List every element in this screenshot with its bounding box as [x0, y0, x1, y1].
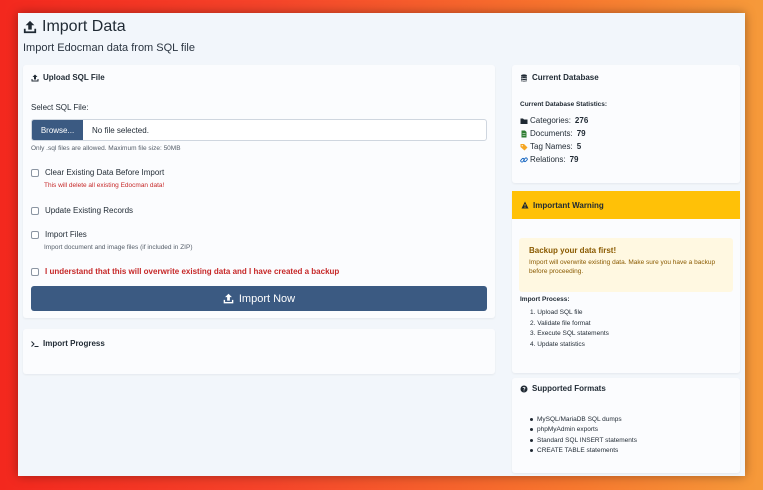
page-title-text: Import Data — [42, 18, 126, 35]
upload-card: Upload SQL File Select SQL File: Browse.… — [23, 65, 495, 318]
stat-tag-names: Tag Names: 5 — [520, 142, 581, 151]
progress-card-title: Import Progress — [43, 339, 105, 348]
format-item: Standard SQL INSERT statements — [530, 435, 637, 446]
warning-card: Important Warning Backup your data first… — [512, 191, 740, 373]
format-item: CREATE TABLE statements — [530, 446, 637, 457]
import-now-label: Import Now — [238, 292, 296, 305]
import-now-button[interactable]: Import Now — [31, 286, 487, 311]
formats-list: MySQL/MariaDB SQL dumps phpMyAdmin expor… — [530, 414, 637, 456]
process-steps: 1. Upload SQL file 2. Validate file form… — [530, 309, 609, 351]
upload-icon — [223, 293, 234, 304]
backup-alert-title: Backup your data first! — [529, 246, 617, 255]
format-item: MySQL/MariaDB SQL dumps — [530, 414, 637, 425]
formats-card: Supported Formats MySQL/MariaDB SQL dump… — [512, 378, 740, 473]
sql-file-input[interactable]: Browse... No file selected. — [31, 119, 487, 141]
warning-icon — [521, 201, 529, 209]
upload-card-title: Upload SQL File — [43, 73, 105, 82]
warning-card-header: Important Warning — [512, 191, 740, 219]
upload-icon — [23, 20, 37, 34]
folder-icon — [520, 118, 528, 124]
formats-card-header: Supported Formats — [520, 384, 606, 393]
backup-alert-text: Import will overwrite existing data. Mak… — [529, 259, 716, 276]
backup-confirm-checkbox[interactable] — [31, 267, 39, 276]
upload-card-header: Upload SQL File — [31, 73, 105, 82]
import-files-hint: Import document and image files (if incl… — [44, 244, 193, 251]
import-files-option[interactable]: Import Files — [31, 230, 87, 239]
formats-card-title: Supported Formats — [532, 384, 606, 393]
backup-confirm-label: I understand that this will overwrite ex… — [45, 267, 340, 276]
process-title: Import Process: — [520, 296, 570, 303]
page-title: Import Data — [23, 18, 126, 36]
import-window: Import Data Import Edocman data from SQL… — [18, 13, 745, 476]
selected-file-name: No file selected. — [92, 125, 149, 135]
update-records-label: Update Existing Records — [45, 206, 134, 215]
stat-relations: Relations: 79 — [520, 155, 578, 164]
clear-data-checkbox[interactable] — [31, 168, 39, 177]
database-card-header: Current Database — [520, 73, 599, 82]
process-step: 3. Execute SQL statements — [530, 330, 609, 337]
link-icon — [520, 157, 528, 162]
file-label: Select SQL File: — [31, 103, 89, 112]
tag-icon — [520, 143, 528, 150]
process-step: 4. Update statistics — [530, 340, 585, 348]
progress-card: Import Progress — [23, 329, 495, 374]
clear-data-label: Clear Existing Data Before Import — [45, 168, 165, 177]
backup-confirm-option[interactable]: I understand that this will overwrite ex… — [31, 267, 339, 276]
database-card-title: Current Database — [532, 73, 599, 82]
import-files-checkbox[interactable] — [31, 230, 39, 239]
update-records-checkbox[interactable] — [31, 206, 39, 215]
stat-categories: Categories: 276 — [520, 116, 588, 125]
browse-button[interactable]: Browse... — [32, 120, 83, 140]
database-card: Current Database Current Database Statis… — [512, 65, 740, 183]
format-item: phpMyAdmin exports — [530, 425, 637, 436]
stat-documents: Documents: 79 — [520, 129, 586, 138]
database-icon — [521, 73, 527, 81]
upload-icon — [31, 74, 39, 81]
clear-data-warning: This will delete all existing Edocman da… — [44, 182, 165, 189]
update-records-option[interactable]: Update Existing Records — [31, 206, 133, 215]
backup-alert: Backup your data first! Import will over… — [519, 238, 733, 292]
import-files-label: Import Files — [45, 230, 87, 239]
clear-data-option[interactable]: Clear Existing Data Before Import — [31, 168, 164, 177]
page-subtitle: Import Edocman data from SQL file — [23, 42, 195, 54]
stats-title: Current Database Statistics: — [520, 101, 608, 108]
process-step: 2. Validate file format — [530, 319, 591, 327]
process-step: 1. Upload SQL file — [530, 309, 583, 316]
warning-card-title: Important Warning — [533, 200, 604, 210]
file-hint: Only .sql files are allowed. Maximum fil… — [31, 145, 181, 152]
question-circle-icon — [520, 385, 528, 392]
terminal-icon — [31, 340, 39, 347]
document-icon — [521, 130, 527, 137]
progress-card-header: Import Progress — [31, 339, 105, 348]
